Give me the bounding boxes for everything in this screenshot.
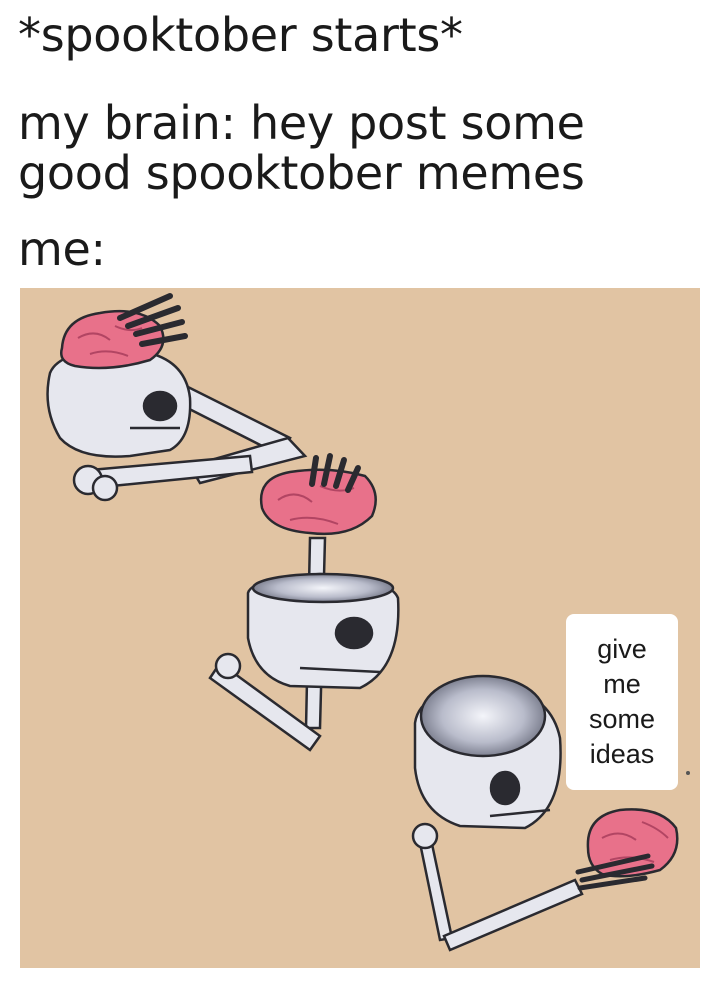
note-word: ideas <box>589 739 655 769</box>
caption-line-4: me: <box>18 222 106 276</box>
note-word: some <box>588 704 656 734</box>
speech-note: give me some ideas <box>566 614 678 790</box>
caption-line-2: my brain: hey post some <box>18 96 585 150</box>
skeleton-one <box>46 293 308 502</box>
note-word: me <box>603 669 641 699</box>
note-word: give <box>597 634 647 664</box>
caption-line-3: good spooktober memes <box>18 146 585 200</box>
stray-dot <box>686 771 690 775</box>
caption-line-1: *spooktober starts* <box>18 8 463 62</box>
skeleton-two <box>208 453 400 752</box>
